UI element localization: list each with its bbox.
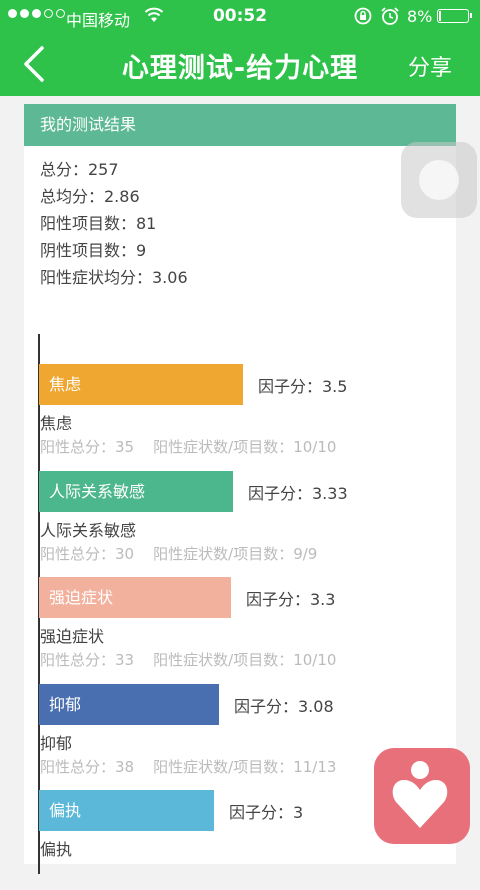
factor-detail: 阳性总分：30 阳性症状数/项目数：9/9 — [40, 545, 318, 563]
battery-icon — [437, 9, 472, 23]
factor-row: 人际关系敏感 因子分：3.33 人际关系敏感 阳性总分：30 阳性症状数/项目数：9/… — [39, 471, 459, 571]
factor-bar: 抑郁 — [39, 684, 219, 725]
factor-name: 强迫症状 — [40, 627, 105, 646]
summary-positive-symptom-average: 阳性症状均分：3.06 — [40, 268, 188, 287]
factor-score-label: 因子分：3.5 — [258, 377, 348, 396]
factor-name: 偏执 — [40, 840, 73, 859]
status-bar: 中国移动 00:52 8% — [0, 0, 480, 34]
alarm-icon — [381, 7, 399, 25]
summary-negative-items: 阴性项目数：9 — [40, 241, 147, 260]
rotation-lock-icon — [354, 7, 372, 25]
factor-bar: 人际关系敏感 — [39, 471, 233, 512]
nav-bar: 心理测试-给力心理 分享 — [0, 34, 480, 96]
factor-score-label: 因子分：3.08 — [234, 697, 334, 716]
factor-name: 人际关系敏感 — [40, 521, 137, 540]
factor-detail: 阳性总分：38 阳性症状数/项目数：11/13 — [40, 758, 337, 776]
factor-score-label: 因子分：3.33 — [248, 484, 348, 503]
factor-bar: 偏执 — [39, 790, 214, 831]
summary-average-score: 总均分：2.86 — [40, 187, 140, 206]
factor-row: 强迫症状 因子分：3.3 强迫症状 阳性总分：33 阳性症状数/项目数：10/10 — [39, 577, 459, 677]
factor-detail: 阳性总分：35 阳性症状数/项目数：10/10 — [40, 438, 337, 456]
factor-detail: 阳性总分：33 阳性症状数/项目数：10/10 — [40, 651, 337, 669]
share-button[interactable]: 分享 — [408, 50, 452, 82]
summary-positive-items: 阳性项目数：81 — [40, 214, 157, 233]
summary-total-score: 总分：257 — [40, 160, 119, 179]
factor-row: 焦虑 因子分：3.5 焦虑 阳性总分：35 阳性症状数/项目数：10/10 — [39, 364, 459, 464]
factor-score-label: 因子分：3 — [229, 803, 304, 822]
factor-name: 焦虑 — [40, 414, 73, 433]
factor-score-label: 因子分：3.3 — [246, 590, 336, 609]
factor-bar: 强迫症状 — [39, 577, 231, 618]
factor-bar: 焦虑 — [39, 364, 243, 405]
factor-name: 抑郁 — [40, 734, 73, 753]
summary-list: 总分：257 总均分：2.86 阳性项目数：81 阴性项目数：9 阳性症状均分：… — [40, 156, 188, 291]
assistive-touch-button[interactable] — [401, 142, 477, 218]
battery-percent: 8% — [407, 7, 433, 26]
app-logo[interactable] — [374, 748, 470, 844]
card-header: 我的测试结果 — [24, 104, 456, 146]
heart-person-icon — [392, 761, 448, 828]
